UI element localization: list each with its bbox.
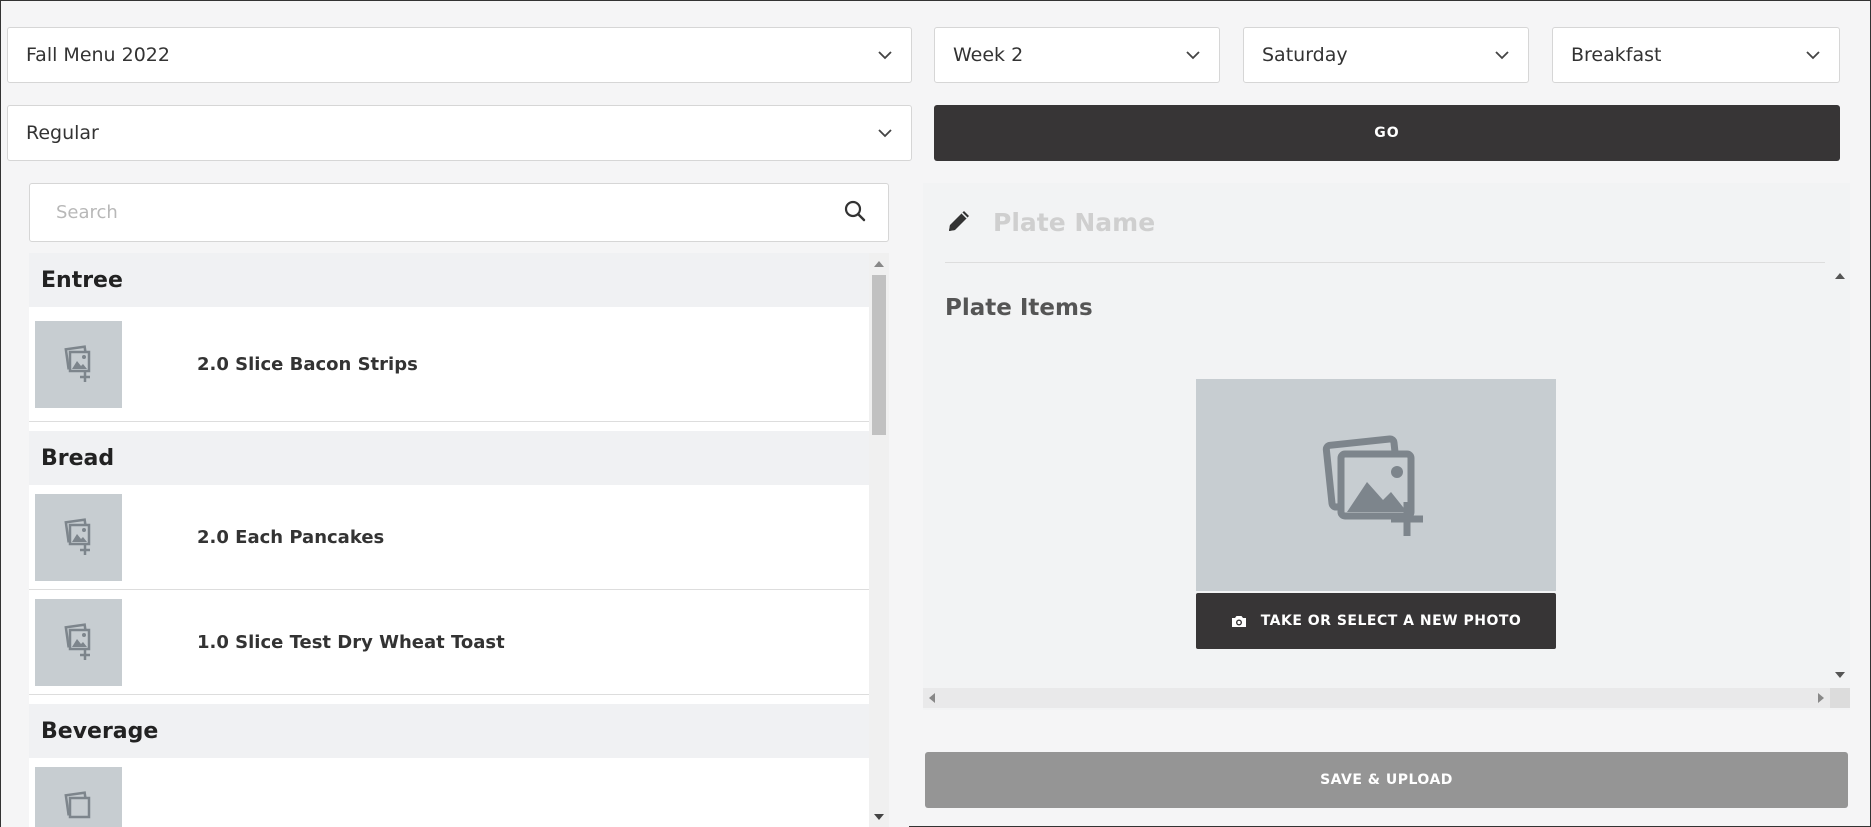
list-item[interactable]: 2.0 Each Pancakes [29, 485, 869, 590]
category-header-bread: Bread [29, 431, 869, 485]
scrollbar-corner [1830, 688, 1850, 708]
item-label: 1.0 Slice Test Dry Wheat Toast [197, 631, 505, 653]
take-photo-button-label: TAKE OR SELECT A NEW PHOTO [1260, 613, 1522, 629]
menu-items-panel: Entree 2.0 Slice Bacon Strips Bread 2.0 … [1, 177, 909, 827]
diet-select[interactable]: Regular [7, 105, 912, 161]
category-gap [29, 422, 869, 431]
plate-name-input[interactable] [993, 208, 1693, 237]
scroll-right-arrow-icon[interactable] [1818, 693, 1824, 703]
meal-select[interactable]: Breakfast [1552, 27, 1840, 83]
scroll-up-arrow-icon[interactable] [874, 261, 884, 267]
week-select[interactable]: Week 2 [934, 27, 1220, 83]
image-add-icon [63, 345, 90, 382]
scroll-left-arrow-icon[interactable] [929, 693, 935, 703]
save-upload-button[interactable]: SAVE & UPLOAD [925, 752, 1848, 808]
plate-name-row [945, 183, 1825, 263]
plate-items-vscrollbar[interactable] [1830, 263, 1850, 688]
pencil-icon [945, 207, 973, 239]
day-select-value: Saturday [1262, 44, 1348, 66]
search-input[interactable] [56, 202, 844, 223]
search-box [29, 183, 889, 242]
plate-editor-panel: Plate Items TAKE OR SELECT A NEW PHOTO [923, 183, 1850, 710]
meal-select-value: Breakfast [1571, 44, 1662, 66]
camera-icon [1231, 616, 1246, 627]
take-photo-button[interactable]: TAKE OR SELECT A NEW PHOTO [1196, 593, 1556, 649]
menu-item-list: Entree 2.0 Slice Bacon Strips Bread 2.0 … [29, 253, 889, 827]
menu-select[interactable]: Fall Menu 2022 [7, 27, 912, 83]
go-button[interactable]: GO [934, 105, 1840, 161]
diet-select-value: Regular [26, 122, 99, 144]
scroll-down-arrow-icon[interactable] [1835, 672, 1845, 678]
scroll-down-arrow-icon[interactable] [874, 814, 884, 820]
chevron-down-icon [1185, 47, 1201, 63]
category-gap [29, 695, 869, 704]
item-thumbnail[interactable] [35, 766, 122, 827]
scroll-up-arrow-icon[interactable] [1835, 273, 1845, 279]
image-add-icon [63, 623, 90, 660]
menu-select-value: Fall Menu 2022 [26, 44, 170, 66]
day-select[interactable]: Saturday [1243, 27, 1529, 83]
plate-items-hscrollbar[interactable] [923, 688, 1850, 708]
list-scrollbar[interactable] [869, 253, 889, 827]
item-thumbnail[interactable] [35, 493, 122, 581]
scroll-thumb[interactable] [872, 275, 886, 435]
item-label: 2.0 Each Pancakes [197, 526, 385, 548]
image-add-icon [63, 791, 90, 819]
item-thumbnail[interactable] [35, 598, 122, 686]
category-header-entree: Entree [29, 253, 869, 307]
chevron-down-icon [877, 47, 893, 63]
image-add-icon [1322, 435, 1423, 536]
image-add-icon [63, 518, 90, 555]
item-label: 2.0 Slice Bacon Strips [197, 353, 418, 375]
list-item[interactable]: 1.0 Slice Test Dry Wheat Toast [29, 590, 869, 695]
week-select-value: Week 2 [953, 44, 1024, 66]
list-item[interactable] [29, 758, 869, 827]
chevron-down-icon [1805, 47, 1821, 63]
search-icon[interactable] [844, 200, 866, 226]
menu-item-list-content: Entree 2.0 Slice Bacon Strips Bread 2.0 … [29, 253, 869, 827]
chevron-down-icon [1494, 47, 1510, 63]
list-item[interactable]: 2.0 Slice Bacon Strips [29, 307, 869, 422]
plate-items-title: Plate Items [945, 295, 1093, 321]
item-thumbnail[interactable] [35, 320, 122, 408]
plate-photo-placeholder[interactable] [1196, 379, 1556, 591]
category-header-beverage: Beverage [29, 704, 869, 758]
chevron-down-icon [877, 125, 893, 141]
